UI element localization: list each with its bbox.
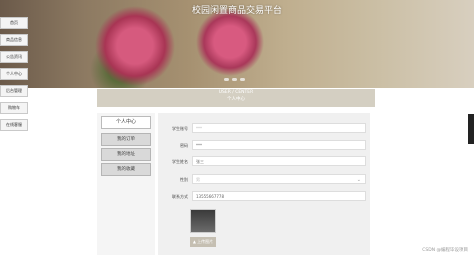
nav-item-home[interactable]: 首页: [0, 17, 28, 29]
scrollbar-handle[interactable]: [468, 114, 474, 144]
section-title-en: USER / CENTER: [218, 90, 254, 95]
gender-select-value: 男: [196, 177, 200, 182]
nav-item-cart[interactable]: 购物车: [0, 102, 28, 114]
user-sidebar: 个人中心 我的订单 我的地址 我的收藏: [97, 113, 155, 255]
chevron-down-icon: ⌄: [356, 177, 361, 183]
nav-item-admin[interactable]: 后台管理: [0, 85, 28, 97]
student-name-input[interactable]: 张三: [192, 156, 366, 166]
gender-select[interactable]: 男 ⌄: [192, 174, 366, 184]
nav-item-news[interactable]: 公告资讯: [0, 51, 28, 63]
student-account-label: 学生账号: [172, 126, 188, 131]
student-name-label: 学生姓名: [172, 159, 188, 164]
profile-form: 学生账号 *** 密码 *** 学生姓名 张三 性别 男 ⌄ 联系方式 1355…: [158, 113, 370, 255]
contact-label: 联系方式: [172, 194, 188, 199]
upload-icon: ▲: [192, 239, 196, 244]
password-input[interactable]: ***: [192, 140, 366, 150]
nav-item-support[interactable]: 在线客服: [0, 119, 28, 131]
student-account-input[interactable]: ***: [192, 123, 366, 133]
carousel-dot[interactable]: [232, 78, 237, 81]
section-header: USER / CENTER 个人中心: [97, 89, 375, 107]
hero-banner: 校园闲置商品交易平台: [0, 0, 474, 88]
upload-label: 上传图片: [197, 239, 214, 244]
my-favorites-button[interactable]: 我的收藏: [101, 163, 151, 176]
avatar: [190, 209, 216, 233]
upload-image-button[interactable]: ▲ 上传图片: [190, 237, 216, 247]
watermark: CSDN @编程毕设项目: [422, 248, 468, 253]
contact-input[interactable]: 13555667778: [192, 191, 366, 201]
user-menu-title[interactable]: 个人中心: [101, 116, 151, 129]
nav-item-products[interactable]: 商品信息: [0, 34, 28, 46]
my-address-button[interactable]: 我的地址: [101, 148, 151, 161]
nav-item-profile[interactable]: 个人中心: [0, 68, 28, 80]
carousel-indicators[interactable]: [224, 78, 245, 81]
section-title-cn: 个人中心: [227, 97, 245, 102]
password-label: 密码: [180, 143, 188, 148]
carousel-dot[interactable]: [224, 78, 229, 81]
gender-label: 性别: [180, 177, 188, 182]
site-title: 校园闲置商品交易平台: [191, 6, 282, 16]
my-orders-button[interactable]: 我的订单: [101, 133, 151, 146]
left-nav: 首页 商品信息 公告资讯 个人中心 后台管理 购物车 在线客服: [0, 17, 28, 136]
carousel-dot[interactable]: [240, 78, 245, 81]
